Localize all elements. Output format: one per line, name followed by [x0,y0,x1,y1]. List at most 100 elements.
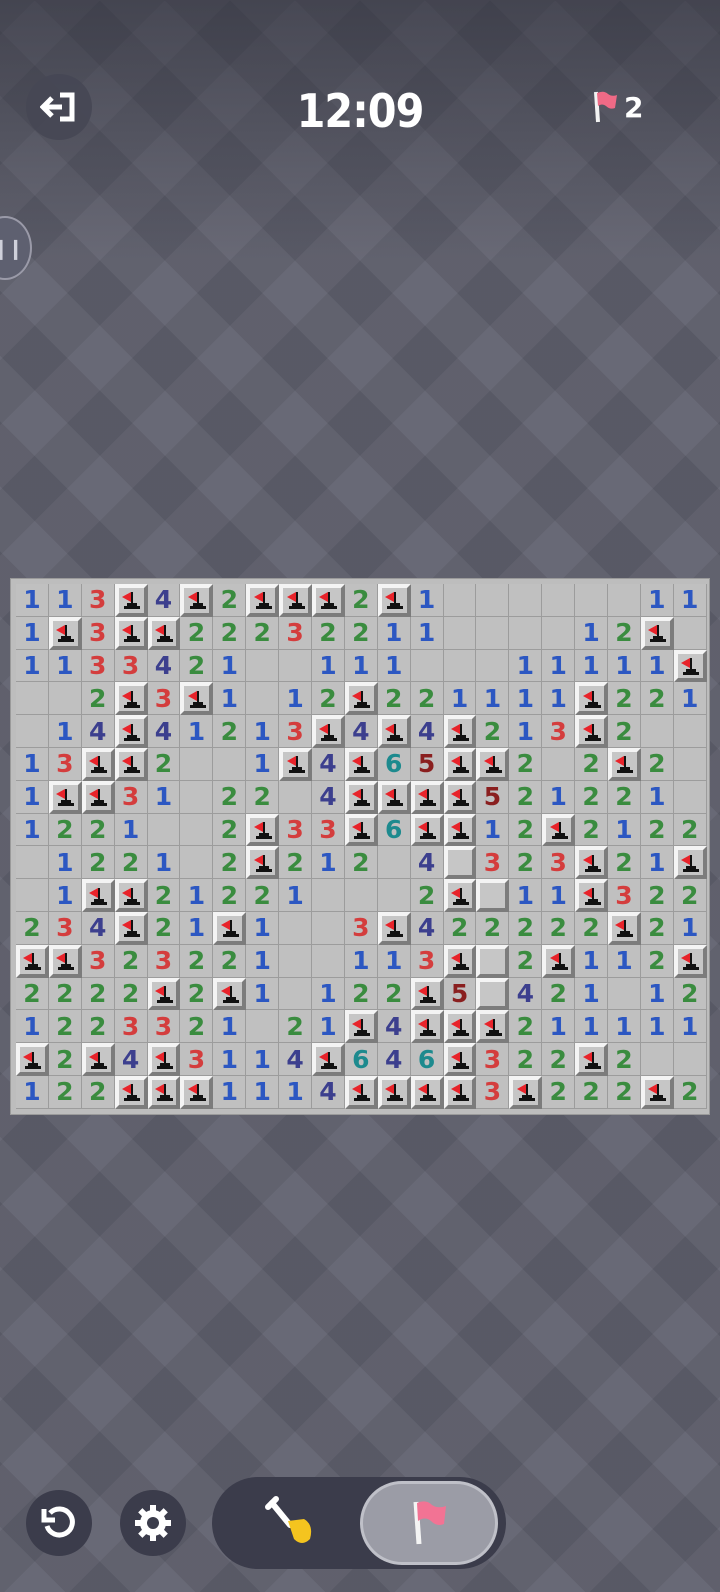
flagged-cell[interactable] [114,616,148,650]
number-cell[interactable]: 2 [312,616,345,650]
empty-cell[interactable] [312,879,345,912]
number-cell[interactable]: 2 [640,747,674,781]
number-cell[interactable]: 3 [344,911,378,945]
number-cell[interactable]: 1 [673,682,707,716]
empty-cell[interactable] [509,584,543,617]
empty-cell[interactable] [443,584,477,617]
number-cell[interactable]: 2 [640,911,674,945]
empty-cell[interactable] [279,649,313,683]
number-cell[interactable]: 2 [608,780,641,814]
number-cell[interactable]: 2 [575,780,609,814]
number-cell[interactable]: 2 [509,780,543,814]
number-cell[interactable]: 1 [640,977,674,1011]
number-cell[interactable]: 4 [147,649,181,683]
flagged-cell[interactable] [312,584,345,617]
number-cell[interactable]: 2 [575,911,609,945]
number-cell[interactable]: 1 [640,1010,674,1044]
number-cell[interactable]: 1 [312,846,345,880]
number-cell[interactable]: 2 [81,846,115,880]
number-cell[interactable]: 1 [344,649,378,683]
number-cell[interactable]: 2 [180,649,214,683]
number-cell[interactable]: 1 [410,616,444,650]
number-cell[interactable]: 3 [81,616,115,650]
flagged-cell[interactable] [147,616,181,650]
number-cell[interactable]: 1 [542,879,576,912]
flagged-cell[interactable] [377,911,411,945]
number-cell[interactable]: 1 [48,846,82,880]
number-cell[interactable]: 5 [443,977,477,1011]
number-cell[interactable]: 4 [377,1043,411,1076]
number-cell[interactable]: 4 [312,747,345,781]
number-cell[interactable]: 1 [16,1075,49,1109]
empty-cell[interactable] [673,715,707,748]
flagged-cell[interactable] [213,911,247,945]
number-cell[interactable]: 2 [410,879,444,912]
number-cell[interactable]: 1 [16,813,49,847]
number-cell[interactable]: 1 [476,682,510,716]
number-cell[interactable]: 2 [246,879,280,912]
number-cell[interactable]: 2 [213,879,247,912]
flagged-cell[interactable] [443,747,477,781]
number-cell[interactable]: 1 [16,616,49,650]
flagged-cell[interactable] [377,584,411,617]
flagged-cell[interactable] [180,682,214,716]
number-cell[interactable]: 2 [48,813,82,847]
number-cell[interactable]: 3 [81,944,115,978]
number-cell[interactable]: 3 [180,1043,214,1076]
number-cell[interactable]: 4 [410,715,444,748]
flagged-cell[interactable] [81,747,115,781]
number-cell[interactable]: 3 [81,584,115,617]
number-cell[interactable]: 2 [180,977,214,1011]
number-cell[interactable]: 2 [213,846,247,880]
empty-cell[interactable] [410,649,444,683]
number-cell[interactable]: 4 [410,846,444,880]
number-cell[interactable]: 2 [542,1075,576,1109]
number-cell[interactable]: 2 [542,1043,576,1076]
flagged-cell[interactable] [410,977,444,1011]
number-cell[interactable]: 2 [575,1075,609,1109]
empty-cell[interactable] [608,584,641,617]
number-cell[interactable]: 6 [344,1043,378,1076]
number-cell[interactable]: 3 [476,1075,510,1109]
empty-cell[interactable] [542,747,576,781]
number-cell[interactable]: 1 [410,584,444,617]
number-cell[interactable]: 1 [575,649,609,683]
empty-cell[interactable] [147,813,181,847]
number-cell[interactable]: 1 [16,1010,49,1044]
number-cell[interactable]: 1 [16,780,49,814]
number-cell[interactable]: 2 [673,977,707,1011]
number-cell[interactable]: 6 [377,813,411,847]
number-cell[interactable]: 1 [279,879,313,912]
flagged-cell[interactable] [344,747,378,781]
number-cell[interactable]: 2 [575,747,609,781]
number-cell[interactable]: 2 [344,584,378,617]
number-cell[interactable]: 3 [542,846,576,880]
number-cell[interactable]: 4 [410,911,444,945]
number-cell[interactable]: 4 [279,1043,313,1076]
number-cell[interactable]: 4 [114,1043,148,1076]
number-cell[interactable]: 1 [608,1010,641,1044]
empty-cell[interactable] [180,813,214,847]
empty-cell[interactable] [673,747,707,781]
flagged-cell[interactable] [476,747,510,781]
empty-cell[interactable] [312,911,345,945]
flagged-cell[interactable] [180,584,214,617]
empty-cell[interactable] [476,584,510,617]
number-cell[interactable]: 1 [673,584,707,617]
empty-cell[interactable] [279,977,313,1011]
flagged-cell[interactable] [312,715,345,748]
number-cell[interactable]: 2 [640,682,674,716]
number-cell[interactable]: 3 [147,1010,181,1044]
number-cell[interactable]: 2 [640,813,674,847]
number-cell[interactable]: 3 [542,715,576,748]
flagged-cell[interactable] [673,649,707,683]
number-cell[interactable]: 2 [509,846,543,880]
number-cell[interactable]: 5 [476,780,510,814]
exit-button[interactable] [26,74,92,140]
number-cell[interactable]: 1 [673,1010,707,1044]
number-cell[interactable]: 4 [147,715,181,748]
empty-cell[interactable] [673,780,707,814]
flagged-cell[interactable] [16,1043,49,1076]
flag-mode-button[interactable] [360,1481,498,1565]
flagged-cell[interactable] [81,780,115,814]
